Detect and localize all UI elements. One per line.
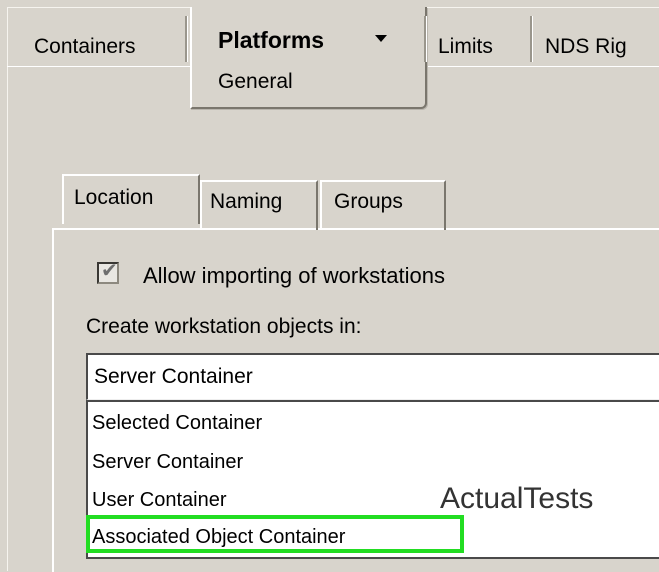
tab-separator	[530, 16, 533, 62]
list-item-selected-container[interactable]: Selected Container	[92, 412, 262, 435]
import-checkbox[interactable]: ✔	[97, 260, 119, 284]
tab-containers-label: Containers	[34, 35, 136, 58]
tab-platforms-label: Platforms	[218, 27, 325, 53]
tab-containers[interactable]: Containers	[14, 14, 186, 66]
watermark: ActualTests	[440, 482, 594, 515]
list-item-user-container[interactable]: User Container	[92, 489, 227, 512]
tab-groups-label: Groups	[334, 190, 403, 213]
highlight-box	[86, 515, 464, 553]
tab-location-label: Location	[74, 186, 154, 209]
tab-separator	[424, 16, 427, 62]
container-combo-value: Server Container	[94, 365, 253, 388]
chevron-down-icon[interactable]	[375, 35, 387, 42]
tab-limits[interactable]: Limits	[428, 14, 520, 66]
list-item-server-container[interactable]: Server Container	[92, 451, 243, 474]
tab-location[interactable]: Location	[62, 174, 200, 224]
import-checkbox-label: Allow importing of workstations	[143, 263, 446, 288]
checkmark-icon: ✔	[101, 260, 118, 282]
container-combo[interactable]: Server Container	[86, 353, 659, 400]
tab-platforms[interactable]: Platforms General	[190, 7, 427, 109]
tab-limits-label: Limits	[438, 35, 493, 58]
tab-platforms-general-item[interactable]: General	[218, 70, 293, 94]
create-in-label: Create workstation objects in:	[86, 315, 362, 338]
tab-nds-rights-label: NDS Rig	[545, 35, 627, 58]
tab-groups[interactable]: Groups	[320, 180, 446, 230]
tab-naming-label: Naming	[210, 190, 283, 213]
tab-nds-rights[interactable]: NDS Rig	[535, 14, 659, 66]
tab-separator	[185, 16, 188, 62]
tab-naming[interactable]: Naming	[200, 180, 318, 230]
